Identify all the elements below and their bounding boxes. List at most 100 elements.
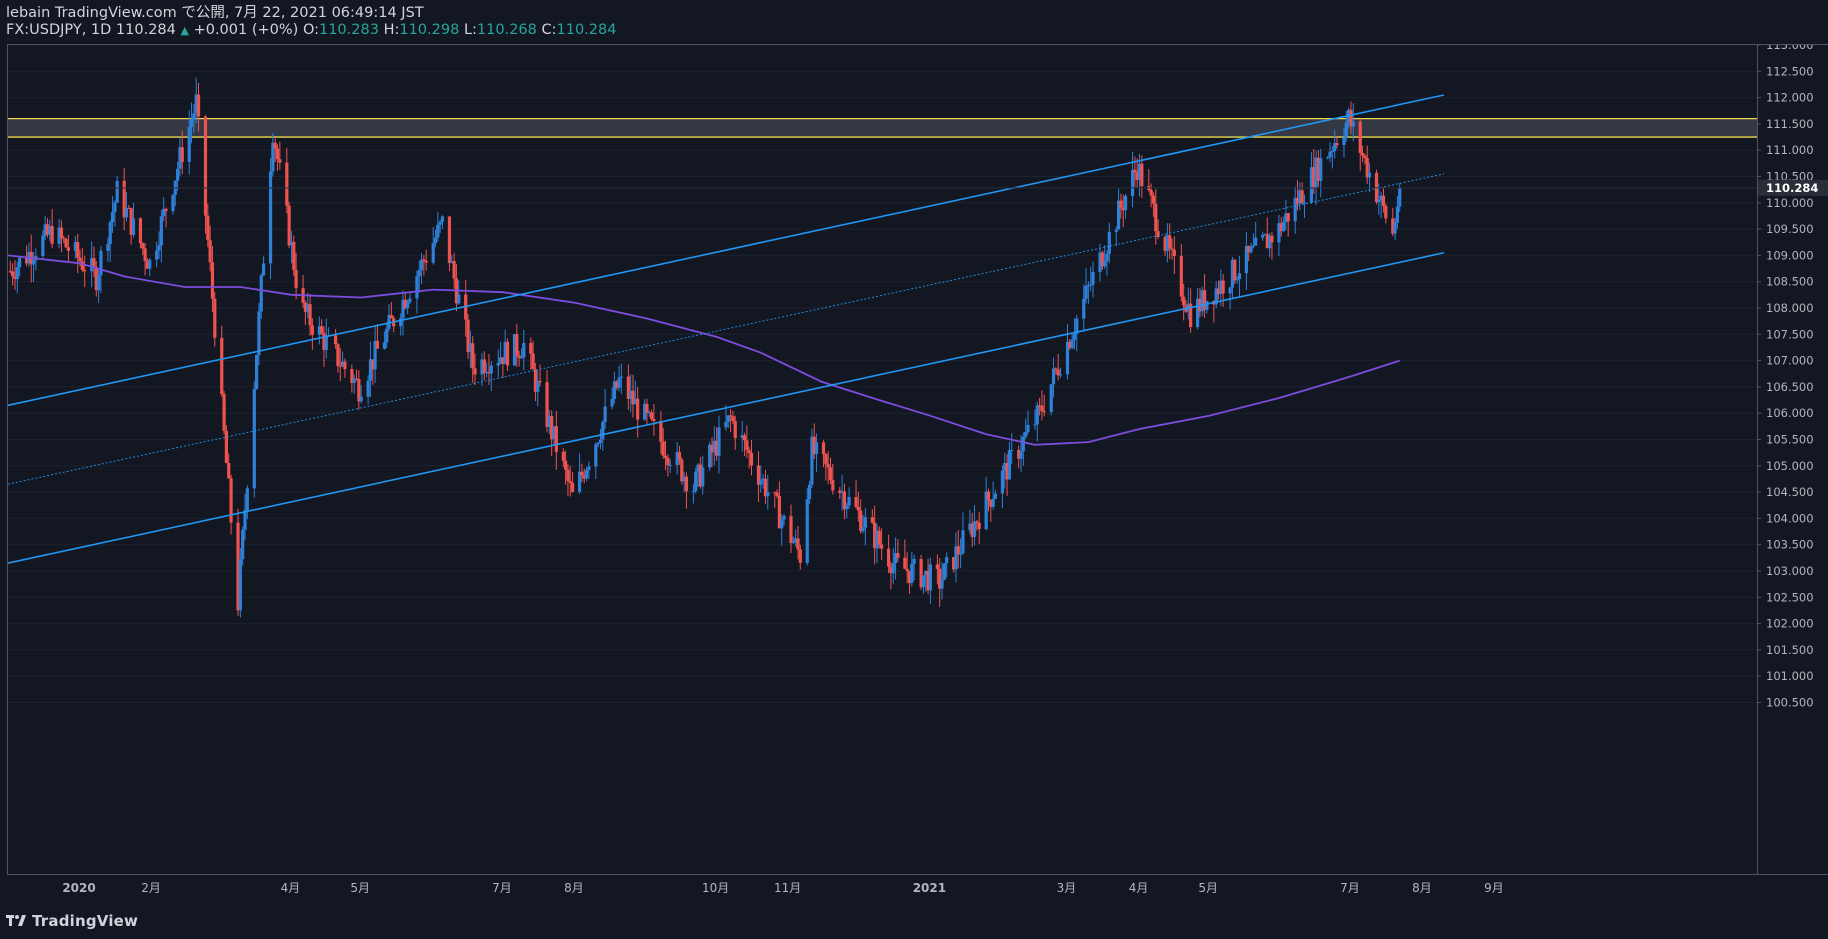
resistance-zone (8, 118, 1757, 138)
candle-body (928, 564, 933, 591)
candle-body (724, 421, 728, 428)
candle-body (717, 427, 721, 456)
price-chart-pane[interactable] (7, 44, 1758, 875)
candle-body (268, 171, 273, 264)
candle-body (1363, 155, 1367, 158)
candle-body (780, 519, 784, 529)
candle-body (775, 492, 779, 496)
price-tick-label: 105.500 (1766, 433, 1814, 447)
candle-body (227, 462, 231, 479)
candle-body (252, 388, 256, 489)
candle-body (663, 455, 668, 458)
candle-body (798, 549, 802, 563)
candle-body (1328, 151, 1332, 158)
candle-body (222, 394, 226, 431)
candle-body (1384, 205, 1388, 219)
candle-body (554, 426, 558, 452)
candle-body (945, 557, 949, 564)
candle-body (1072, 333, 1077, 340)
tradingview-logo-icon (6, 915, 26, 926)
time-tick-label: 9月 (1484, 881, 1504, 895)
candle-body (529, 342, 533, 354)
candle-body (522, 342, 526, 358)
candle-body (896, 553, 900, 558)
candle-body (661, 441, 665, 456)
candle-body (1035, 405, 1039, 425)
candle-body (666, 457, 670, 466)
moving-average-line (8, 254, 1400, 446)
candle-body (1233, 259, 1237, 281)
candle-body (64, 239, 68, 248)
time-tick-label: 10月 (702, 881, 729, 895)
time-tick-label: 2月 (141, 881, 161, 895)
symbol-label[interactable]: FX:USDJPY, 1D (6, 22, 111, 38)
candle-body (1344, 122, 1348, 138)
candle-body (241, 529, 245, 560)
time-tick-label: 5月 (350, 881, 370, 895)
candle-body (1105, 253, 1109, 262)
candle-body (159, 216, 163, 246)
candle-body (1395, 206, 1400, 223)
candle-body (619, 376, 623, 378)
candle-body (814, 442, 819, 454)
candle-body (62, 238, 66, 240)
candle-body (110, 212, 115, 223)
ohlc-legend[interactable]: FX:USDJPY, 1D 110.284 ▲ +0.001 (+0%) O:1… (6, 22, 616, 39)
candle-body (285, 162, 289, 206)
candle-body (224, 430, 229, 463)
price-axis-svg[interactable]: 113.500113.000112.500112.000111.500111.0… (1757, 12, 1828, 874)
price-tick-label: 103.000 (1766, 564, 1814, 578)
price-chart-svg[interactable] (8, 45, 1757, 874)
candle-body (517, 355, 521, 358)
candle-body (18, 257, 22, 268)
time-tick-label: 2020 (62, 881, 95, 895)
candle-body (1103, 261, 1107, 267)
candle-body (187, 126, 191, 162)
candle-body (131, 218, 136, 235)
brand-name: TradingView (32, 912, 139, 930)
candle-body (694, 471, 698, 491)
footer-brand[interactable]: TradingView (6, 910, 138, 932)
candle-body (1026, 424, 1030, 433)
candle-body (1024, 432, 1028, 437)
candle-body (382, 342, 386, 349)
candle-body (1051, 368, 1056, 385)
candle-body (208, 240, 212, 263)
candle-body (438, 221, 442, 225)
candle-body (1119, 200, 1123, 208)
candle-body (261, 263, 266, 276)
candle-body (1114, 229, 1118, 232)
candle-body (891, 563, 895, 574)
candle-body (143, 248, 147, 261)
candle-body (1228, 287, 1232, 294)
candle-body (1058, 374, 1063, 376)
time-tick-label: 8月 (564, 881, 584, 895)
price-tick-label: 113.000 (1766, 45, 1814, 52)
candle-body (1302, 202, 1307, 204)
candle-body (171, 195, 175, 212)
candle-body (447, 216, 452, 263)
candle-body (993, 493, 998, 499)
candle-body (1398, 188, 1402, 207)
candle-body (78, 257, 82, 262)
price-tick-label: 112.000 (1766, 91, 1814, 105)
candle-body (196, 94, 201, 117)
candle-body (366, 380, 370, 397)
candle-body (568, 481, 572, 483)
price-tick-label: 100.500 (1766, 696, 1814, 710)
open-label: O: (302, 22, 319, 38)
time-axis-svg[interactable]: 2020 2月 4月 5月 7月 8月 10月 11月 2021 3月 4月 5月 7月 8月 9月 (7, 874, 1756, 900)
time-tick-label: 4月 (1129, 881, 1149, 895)
candle-body (1010, 449, 1014, 451)
candle-body (180, 147, 184, 162)
price-axis[interactable]: 113.500113.000112.500112.000111.500111.0… (1757, 12, 1828, 875)
candle-body (99, 250, 103, 276)
candle-body (245, 488, 249, 511)
candle-body (854, 496, 858, 507)
candle-body (1235, 279, 1239, 281)
candle-body (731, 416, 735, 422)
candle-body (1170, 248, 1174, 250)
candle-body (659, 420, 663, 442)
candle-body (155, 250, 159, 260)
time-axis[interactable]: 2020 2月 4月 5月 7月 8月 10月 11月 2021 3月 4月 5月 7月 8月 9月 (7, 874, 1756, 900)
